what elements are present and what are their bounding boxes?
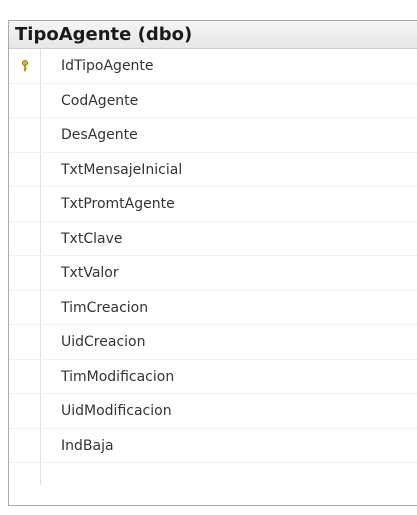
column-row[interactable]: CodAgente xyxy=(9,84,417,118)
row-selector[interactable] xyxy=(9,187,41,221)
table-header[interactable]: TipoAgente (dbo) xyxy=(9,21,417,49)
column-name: CodAgente xyxy=(61,92,139,109)
row-selector[interactable] xyxy=(9,394,41,428)
row-selector[interactable] xyxy=(9,153,41,187)
column-name: TxtValor xyxy=(61,265,119,281)
row-selector[interactable] xyxy=(9,49,41,83)
column-row[interactable]: TxtMensajeInicial xyxy=(9,153,417,187)
column-name: IdTipoAgente xyxy=(61,58,154,74)
column-row[interactable]: TxtPromtAgente xyxy=(9,187,417,222)
row-selector[interactable] xyxy=(9,222,41,256)
column-name: DesAgente xyxy=(61,127,138,143)
column-row[interactable]: TxtClave xyxy=(9,222,417,256)
column-name: UidModificacion xyxy=(61,403,172,419)
column-name: TxtMensajeInicial xyxy=(61,161,183,178)
row-selector[interactable] xyxy=(9,256,41,290)
row-selector[interactable] xyxy=(9,325,41,359)
column-row[interactable]: UidModificacion xyxy=(9,394,417,429)
row-selector[interactable] xyxy=(9,429,41,463)
primary-key-icon xyxy=(21,59,29,72)
column-row[interactable]: UidCreacion xyxy=(9,325,417,360)
column-name: TimModificacion xyxy=(61,368,175,385)
column-row[interactable]: TxtValor xyxy=(9,256,417,291)
column-name: TxtPromtAgente xyxy=(61,196,175,212)
column-name: TimCreacion xyxy=(61,299,149,316)
row-selector[interactable] xyxy=(9,118,41,152)
row-selector[interactable] xyxy=(9,291,41,325)
row-selector[interactable] xyxy=(9,84,41,118)
column-name: TxtClave xyxy=(61,230,123,247)
table-title: TipoAgente (dbo) xyxy=(15,24,193,45)
column-row[interactable]: IdTipoAgente xyxy=(9,49,417,84)
table-diagram-box[interactable]: TipoAgente (dbo) IdTipoAgente CodAgente De… xyxy=(8,20,417,506)
column-row[interactable]: TimCreacion xyxy=(9,291,417,325)
row-selector[interactable] xyxy=(9,360,41,394)
column-list: IdTipoAgente CodAgente DesAgente TxtMensaje… xyxy=(9,49,417,485)
column-row[interactable]: DesAgente xyxy=(9,118,417,153)
column-row[interactable]: TimModificacion xyxy=(9,360,417,394)
column-row[interactable]: IndBaja xyxy=(9,429,417,463)
column-name: UidCreacion xyxy=(61,334,146,350)
column-name: IndBaja xyxy=(61,437,114,454)
